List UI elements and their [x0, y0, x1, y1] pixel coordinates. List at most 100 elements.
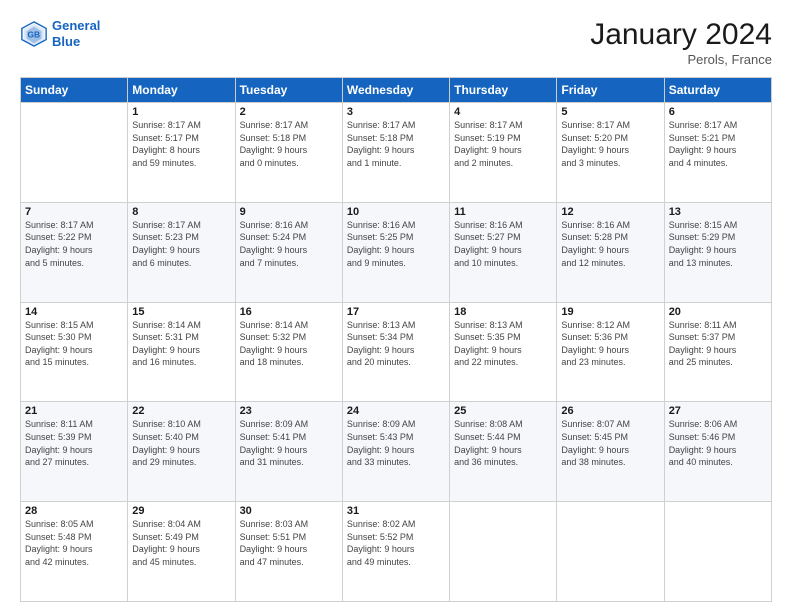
calendar-cell: 14Sunrise: 8:15 AM Sunset: 5:30 PM Dayli…	[21, 302, 128, 402]
calendar-cell: 29Sunrise: 8:04 AM Sunset: 5:49 PM Dayli…	[128, 502, 235, 602]
weekday-header-friday: Friday	[557, 78, 664, 103]
day-number: 13	[669, 206, 767, 218]
logo: GB General Blue	[20, 18, 100, 49]
day-info: Sunrise: 8:09 AM Sunset: 5:41 PM Dayligh…	[240, 418, 338, 468]
weekday-header-monday: Monday	[128, 78, 235, 103]
day-info: Sunrise: 8:17 AM Sunset: 5:19 PM Dayligh…	[454, 119, 552, 169]
day-info: Sunrise: 8:17 AM Sunset: 5:18 PM Dayligh…	[240, 119, 338, 169]
calendar-week-3: 14Sunrise: 8:15 AM Sunset: 5:30 PM Dayli…	[21, 302, 772, 402]
day-number: 7	[25, 206, 123, 218]
calendar-cell: 12Sunrise: 8:16 AM Sunset: 5:28 PM Dayli…	[557, 202, 664, 302]
svg-text:GB: GB	[27, 29, 40, 39]
day-number: 8	[132, 206, 230, 218]
day-info: Sunrise: 8:14 AM Sunset: 5:31 PM Dayligh…	[132, 319, 230, 369]
day-info: Sunrise: 8:12 AM Sunset: 5:36 PM Dayligh…	[561, 319, 659, 369]
day-number: 9	[240, 206, 338, 218]
calendar-cell: 23Sunrise: 8:09 AM Sunset: 5:41 PM Dayli…	[235, 402, 342, 502]
day-number: 6	[669, 106, 767, 118]
calendar-week-2: 7Sunrise: 8:17 AM Sunset: 5:22 PM Daylig…	[21, 202, 772, 302]
calendar-cell: 15Sunrise: 8:14 AM Sunset: 5:31 PM Dayli…	[128, 302, 235, 402]
day-info: Sunrise: 8:17 AM Sunset: 5:23 PM Dayligh…	[132, 219, 230, 269]
calendar-body: 1Sunrise: 8:17 AM Sunset: 5:17 PM Daylig…	[21, 103, 772, 602]
day-info: Sunrise: 8:03 AM Sunset: 5:51 PM Dayligh…	[240, 518, 338, 568]
calendar-cell: 19Sunrise: 8:12 AM Sunset: 5:36 PM Dayli…	[557, 302, 664, 402]
day-number: 10	[347, 206, 445, 218]
calendar-cell: 20Sunrise: 8:11 AM Sunset: 5:37 PM Dayli…	[664, 302, 771, 402]
day-number: 17	[347, 306, 445, 318]
header: GB General Blue January 2024 Perols, Fra…	[20, 18, 772, 67]
calendar-cell: 25Sunrise: 8:08 AM Sunset: 5:44 PM Dayli…	[450, 402, 557, 502]
day-number: 5	[561, 106, 659, 118]
logo-line2: Blue	[52, 34, 80, 49]
calendar-cell	[664, 502, 771, 602]
calendar-cell: 1Sunrise: 8:17 AM Sunset: 5:17 PM Daylig…	[128, 103, 235, 203]
calendar-header: SundayMondayTuesdayWednesdayThursdayFrid…	[21, 78, 772, 103]
day-info: Sunrise: 8:10 AM Sunset: 5:40 PM Dayligh…	[132, 418, 230, 468]
day-number: 11	[454, 206, 552, 218]
weekday-header-thursday: Thursday	[450, 78, 557, 103]
day-info: Sunrise: 8:17 AM Sunset: 5:20 PM Dayligh…	[561, 119, 659, 169]
calendar-cell: 10Sunrise: 8:16 AM Sunset: 5:25 PM Dayli…	[342, 202, 449, 302]
calendar-cell: 22Sunrise: 8:10 AM Sunset: 5:40 PM Dayli…	[128, 402, 235, 502]
day-info: Sunrise: 8:04 AM Sunset: 5:49 PM Dayligh…	[132, 518, 230, 568]
weekday-header-saturday: Saturday	[664, 78, 771, 103]
logo-icon: GB	[20, 20, 48, 48]
calendar-cell: 9Sunrise: 8:16 AM Sunset: 5:24 PM Daylig…	[235, 202, 342, 302]
title-block: January 2024 Perols, France	[590, 18, 772, 67]
day-info: Sunrise: 8:15 AM Sunset: 5:30 PM Dayligh…	[25, 319, 123, 369]
logo-text: General Blue	[52, 18, 100, 49]
calendar-cell	[557, 502, 664, 602]
day-info: Sunrise: 8:02 AM Sunset: 5:52 PM Dayligh…	[347, 518, 445, 568]
calendar-cell: 11Sunrise: 8:16 AM Sunset: 5:27 PM Dayli…	[450, 202, 557, 302]
day-number: 23	[240, 405, 338, 417]
day-info: Sunrise: 8:16 AM Sunset: 5:28 PM Dayligh…	[561, 219, 659, 269]
day-number: 19	[561, 306, 659, 318]
calendar-week-1: 1Sunrise: 8:17 AM Sunset: 5:17 PM Daylig…	[21, 103, 772, 203]
day-number: 18	[454, 306, 552, 318]
calendar-cell: 17Sunrise: 8:13 AM Sunset: 5:34 PM Dayli…	[342, 302, 449, 402]
day-info: Sunrise: 8:07 AM Sunset: 5:45 PM Dayligh…	[561, 418, 659, 468]
calendar-cell: 18Sunrise: 8:13 AM Sunset: 5:35 PM Dayli…	[450, 302, 557, 402]
location: Perols, France	[590, 52, 772, 67]
logo-line1: General	[52, 18, 100, 33]
day-info: Sunrise: 8:16 AM Sunset: 5:24 PM Dayligh…	[240, 219, 338, 269]
calendar-cell: 8Sunrise: 8:17 AM Sunset: 5:23 PM Daylig…	[128, 202, 235, 302]
day-number: 14	[25, 306, 123, 318]
day-info: Sunrise: 8:17 AM Sunset: 5:17 PM Dayligh…	[132, 119, 230, 169]
day-number: 2	[240, 106, 338, 118]
day-number: 30	[240, 505, 338, 517]
calendar-cell: 21Sunrise: 8:11 AM Sunset: 5:39 PM Dayli…	[21, 402, 128, 502]
day-number: 29	[132, 505, 230, 517]
weekday-header-sunday: Sunday	[21, 78, 128, 103]
page: GB General Blue January 2024 Perols, Fra…	[0, 0, 792, 612]
day-number: 1	[132, 106, 230, 118]
day-info: Sunrise: 8:15 AM Sunset: 5:29 PM Dayligh…	[669, 219, 767, 269]
day-number: 31	[347, 505, 445, 517]
day-number: 27	[669, 405, 767, 417]
day-info: Sunrise: 8:16 AM Sunset: 5:25 PM Dayligh…	[347, 219, 445, 269]
calendar-cell: 4Sunrise: 8:17 AM Sunset: 5:19 PM Daylig…	[450, 103, 557, 203]
calendar-cell	[450, 502, 557, 602]
day-info: Sunrise: 8:17 AM Sunset: 5:21 PM Dayligh…	[669, 119, 767, 169]
day-number: 12	[561, 206, 659, 218]
day-number: 25	[454, 405, 552, 417]
day-number: 24	[347, 405, 445, 417]
day-number: 22	[132, 405, 230, 417]
calendar-week-5: 28Sunrise: 8:05 AM Sunset: 5:48 PM Dayli…	[21, 502, 772, 602]
weekday-header-wednesday: Wednesday	[342, 78, 449, 103]
day-info: Sunrise: 8:05 AM Sunset: 5:48 PM Dayligh…	[25, 518, 123, 568]
weekday-header-tuesday: Tuesday	[235, 78, 342, 103]
day-number: 4	[454, 106, 552, 118]
calendar-cell: 16Sunrise: 8:14 AM Sunset: 5:32 PM Dayli…	[235, 302, 342, 402]
day-info: Sunrise: 8:14 AM Sunset: 5:32 PM Dayligh…	[240, 319, 338, 369]
day-info: Sunrise: 8:17 AM Sunset: 5:22 PM Dayligh…	[25, 219, 123, 269]
calendar-cell: 6Sunrise: 8:17 AM Sunset: 5:21 PM Daylig…	[664, 103, 771, 203]
calendar-cell: 31Sunrise: 8:02 AM Sunset: 5:52 PM Dayli…	[342, 502, 449, 602]
calendar-cell: 5Sunrise: 8:17 AM Sunset: 5:20 PM Daylig…	[557, 103, 664, 203]
day-info: Sunrise: 8:09 AM Sunset: 5:43 PM Dayligh…	[347, 418, 445, 468]
month-title: January 2024	[590, 18, 772, 52]
day-info: Sunrise: 8:13 AM Sunset: 5:35 PM Dayligh…	[454, 319, 552, 369]
day-info: Sunrise: 8:08 AM Sunset: 5:44 PM Dayligh…	[454, 418, 552, 468]
day-info: Sunrise: 8:11 AM Sunset: 5:37 PM Dayligh…	[669, 319, 767, 369]
calendar-cell: 13Sunrise: 8:15 AM Sunset: 5:29 PM Dayli…	[664, 202, 771, 302]
